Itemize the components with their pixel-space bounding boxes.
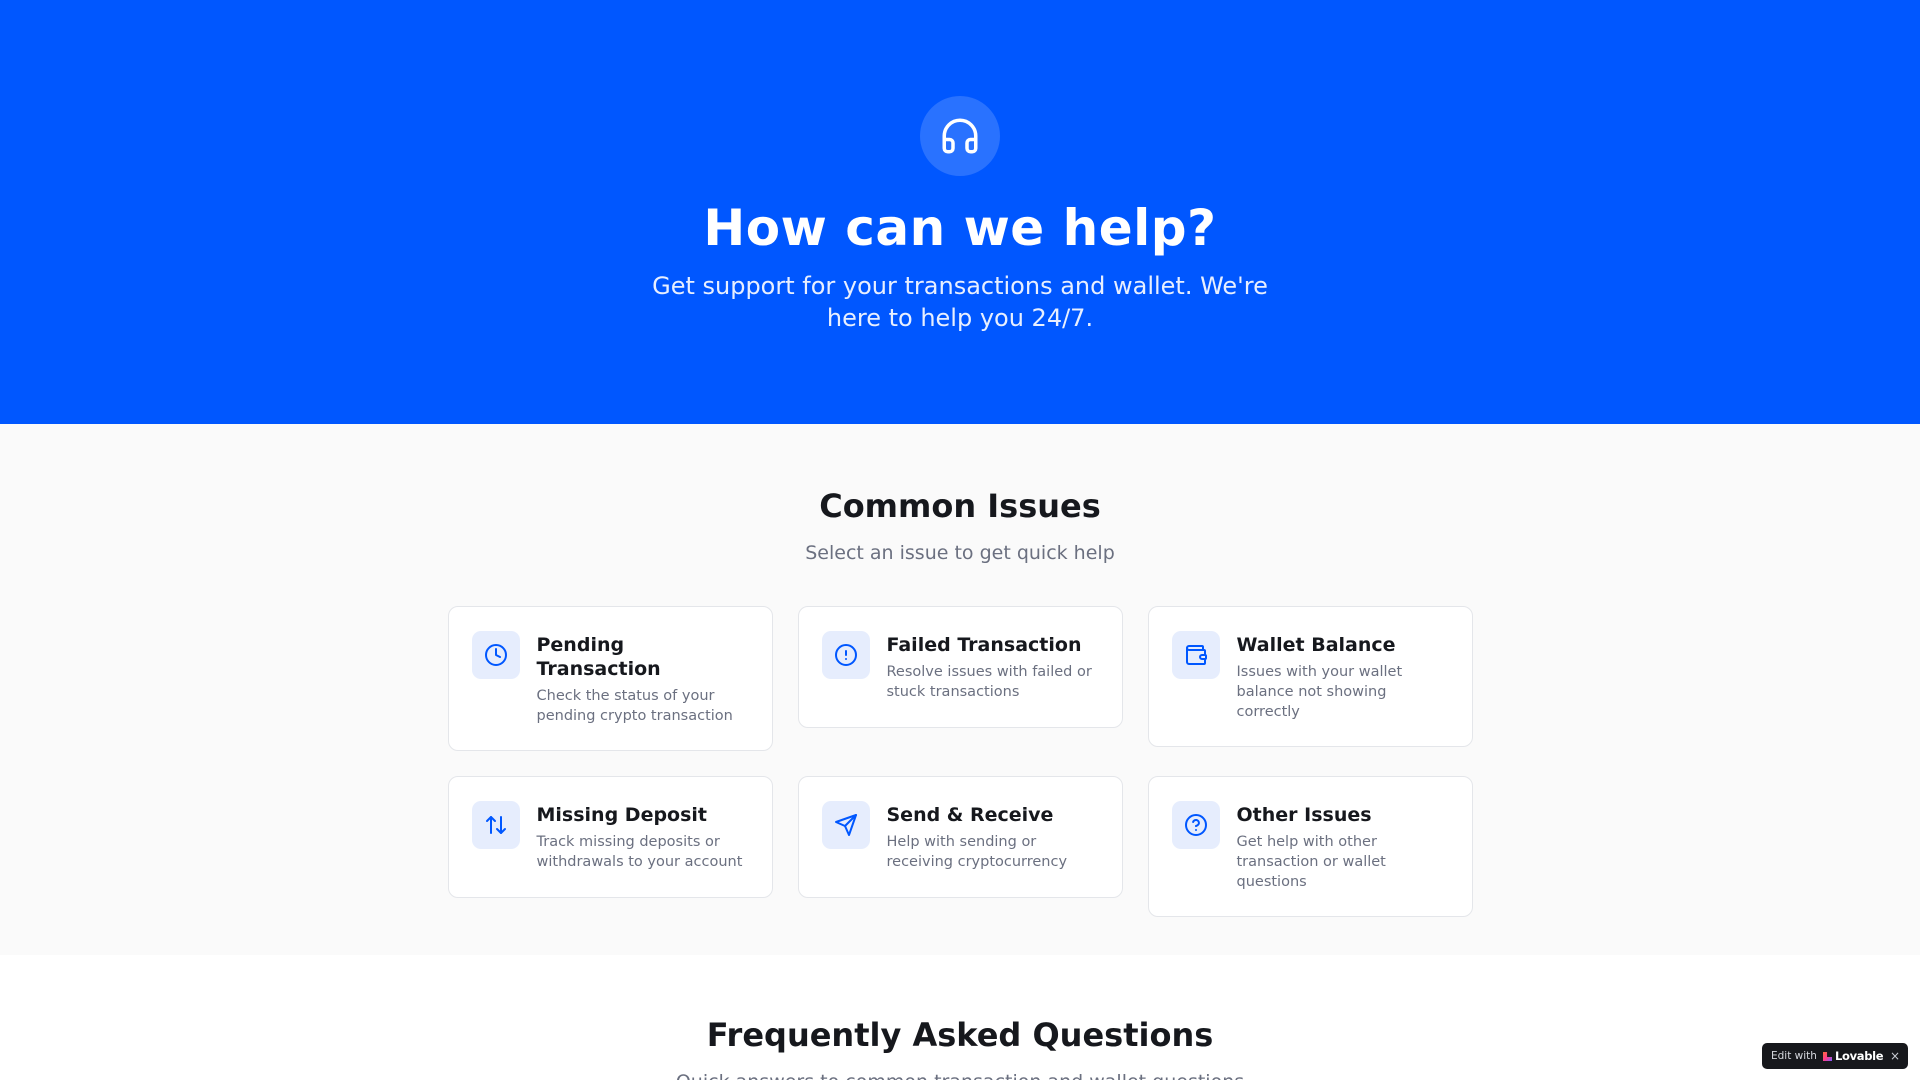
issue-card-other-issues[interactable]: Other Issues Get help with other transac…	[1147, 776, 1473, 917]
help-circle-icon	[1171, 801, 1220, 849]
hero-banner: How can we help? Get support for your tr…	[0, 0, 1920, 424]
issue-card-send-receive[interactable]: Send & Receive Help with sending or rece…	[797, 776, 1123, 898]
issue-card-title: Failed Transaction	[886, 634, 1082, 656]
faq-section: Frequently Asked Questions Quick answers…	[0, 955, 1920, 1080]
wallet-icon	[1171, 631, 1220, 679]
issue-card-description: Track missing deposits or withdrawals to…	[536, 834, 743, 870]
issue-card-title: Wallet Balance	[1236, 634, 1396, 656]
issue-card-description: Resolve issues with failed or stuck tran…	[886, 664, 1092, 700]
close-icon[interactable]: ×	[1890, 1049, 1900, 1063]
issue-card-pending-transaction[interactable]: Pending Transaction Check the status of …	[447, 606, 773, 751]
issue-card-title: Other Issues	[1236, 804, 1372, 826]
issue-card-failed-transaction[interactable]: Failed Transaction Resolve issues with f…	[797, 606, 1123, 728]
arrows-up-down-icon	[471, 801, 520, 849]
issue-card-description: Get help with other transaction or walle…	[1236, 834, 1386, 890]
issue-card-title: Send & Receive	[886, 804, 1054, 826]
issue-card-wallet-balance[interactable]: Wallet Balance Issues with your wallet b…	[1147, 606, 1473, 747]
common-issues-section: Common Issues Select an issue to get qui…	[0, 424, 1920, 955]
issue-card-description: Help with sending or receiving cryptocur…	[886, 834, 1068, 870]
clock-icon	[471, 631, 520, 679]
issue-card-title: Pending Transaction	[536, 634, 661, 680]
badge-prefix-text: Edit with	[1771, 1050, 1817, 1062]
headphones-icon	[920, 96, 1000, 176]
edit-with-lovable-badge[interactable]: Edit with Lovable ×	[1762, 1043, 1908, 1069]
badge-brand-text: Lovable	[1834, 1049, 1884, 1063]
lovable-logo-icon	[1822, 1051, 1832, 1061]
issue-card-description: Check the status of your pending crypto …	[536, 688, 733, 724]
page-title: How can we help?	[703, 199, 1217, 257]
faq-subtitle: Quick answers to common transaction and …	[676, 1069, 1244, 1080]
issue-card-grid: Pending Transaction Check the status of …	[447, 606, 1473, 917]
hero-subtitle: Get support for your transactions and wa…	[652, 272, 1268, 332]
common-issues-subtitle: Select an issue to get quick help	[805, 542, 1115, 564]
faq-title: Frequently Asked Questions	[706, 1016, 1214, 1054]
issue-card-title: Missing Deposit	[536, 804, 708, 826]
common-issues-title: Common Issues	[819, 487, 1101, 525]
issue-card-description: Issues with your wallet balance not show…	[1236, 664, 1403, 720]
alert-circle-icon	[821, 631, 870, 679]
send-icon	[821, 801, 870, 849]
issue-card-missing-deposit[interactable]: Missing Deposit Track missing deposits o…	[447, 776, 773, 898]
